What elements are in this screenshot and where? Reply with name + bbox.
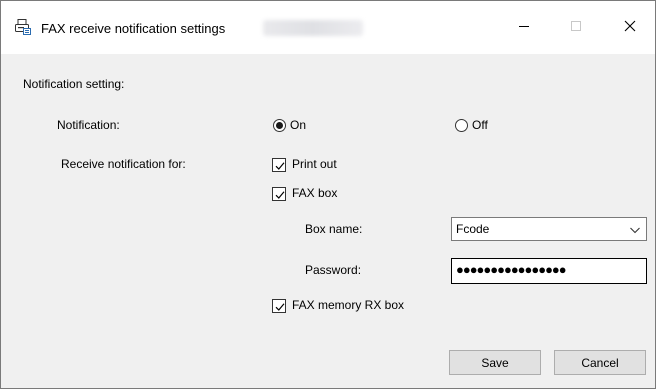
minimize-icon <box>518 20 530 35</box>
dialog-window: FAX receive notification settings Notifi… <box>0 0 656 389</box>
notification-label: Notification: <box>57 118 120 132</box>
notification-off-radio[interactable] <box>455 119 468 132</box>
save-button[interactable]: Save <box>449 350 541 375</box>
print-out-checkbox[interactable] <box>272 158 286 172</box>
notification-on-label[interactable]: On <box>290 118 306 132</box>
box-name-select[interactable]: Fcode <box>451 217 647 241</box>
box-name-value: Fcode <box>456 222 490 236</box>
chevron-down-icon <box>629 224 641 238</box>
redacted-title-suffix <box>263 20 363 36</box>
cancel-button[interactable]: Cancel <box>554 350 646 375</box>
checkmark-icon <box>275 191 285 199</box>
fax-memory-label[interactable]: FAX memory RX box <box>292 298 404 312</box>
print-out-label[interactable]: Print out <box>292 157 337 171</box>
fax-memory-checkbox[interactable] <box>272 299 286 313</box>
close-icon <box>624 20 636 35</box>
fax-machine-icon <box>14 18 32 36</box>
minimize-button[interactable] <box>501 1 547 54</box>
box-name-label: Box name: <box>305 222 363 236</box>
title-bar: FAX receive notification settings <box>1 1 655 54</box>
password-input[interactable]: ●●●●●●●●●●●●●●●● <box>451 258 647 284</box>
maximize-icon <box>570 20 582 35</box>
section-title: Notification setting: <box>23 77 125 91</box>
window-title: FAX receive notification settings <box>41 21 226 36</box>
maximize-button[interactable] <box>553 1 599 54</box>
password-value: ●●●●●●●●●●●●●●●● <box>456 262 567 277</box>
receive-notification-label: Receive notification for: <box>61 157 186 171</box>
notification-off-label[interactable]: Off <box>472 118 488 132</box>
checkmark-icon <box>275 162 285 170</box>
fax-box-checkbox[interactable] <box>272 187 286 201</box>
close-button[interactable] <box>607 1 653 54</box>
password-label: Password: <box>305 263 362 277</box>
checkmark-icon <box>275 303 285 311</box>
fax-box-label[interactable]: FAX box <box>292 186 337 200</box>
notification-on-radio[interactable] <box>273 119 286 132</box>
